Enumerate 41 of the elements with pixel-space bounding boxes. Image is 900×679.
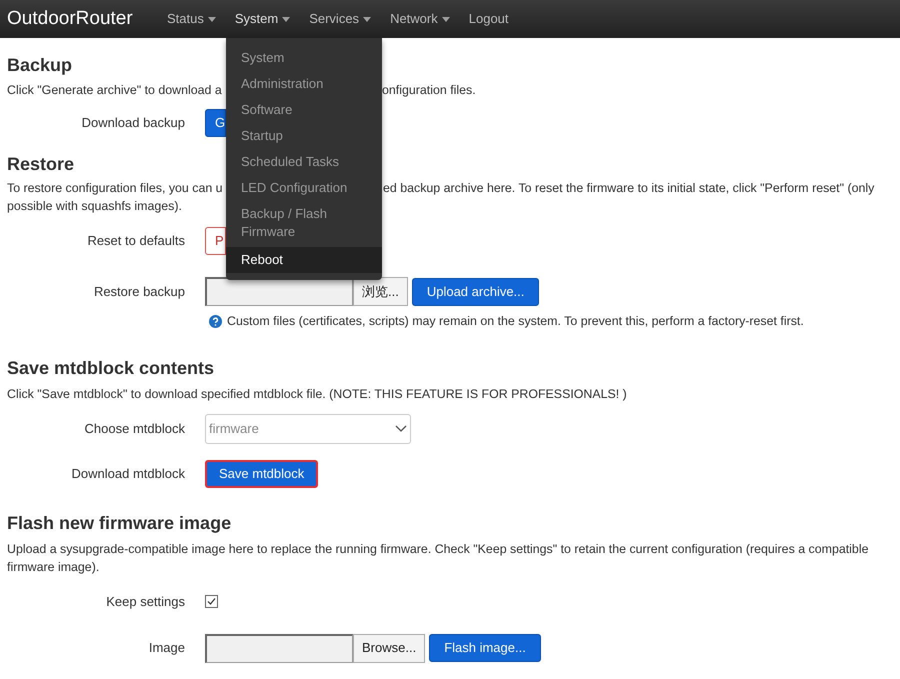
field-label: Keep settings [105, 593, 186, 612]
nav-menu-item[interactable]: Logout [462, 9, 516, 29]
nav-menu-item[interactable]: Network [383, 9, 457, 29]
field-label: Download backup [80, 114, 186, 132]
mtdblock-select[interactable]: firmware [205, 414, 411, 444]
section-heading: Save mtdblock contents [7, 356, 214, 380]
field-label: Image [148, 639, 186, 658]
section-heading: Restore [7, 152, 74, 175]
dropdown-item[interactable]: Backup / Flash Firmware [226, 201, 382, 245]
dropdown-item[interactable]: Reboot [226, 247, 382, 273]
upload-button[interactable]: Upload archive... [412, 278, 540, 306]
description-text: ed backup archive here. To reset the firmware to its initial state, click "Perform reset" (only [383, 180, 874, 197]
section-heading: Flash new firmware image [7, 512, 232, 534]
dropdown-item[interactable]: Software [226, 97, 382, 123]
field-label: Reset to defaults [86, 232, 186, 250]
browse-button[interactable]: 浏览... [353, 277, 408, 306]
description-text: To restore configuration files, you can u [7, 181, 223, 195]
description-text: Click "Save mtdblock" to download specified mtdblock file. (NOTE: THIS FEATURE IS FOR PROFESSIONALS! ) [7, 386, 627, 404]
action-button[interactable]: P [205, 227, 226, 255]
dropdown-item[interactable]: System [226, 45, 382, 71]
action-button[interactable]: G [205, 108, 226, 136]
field-label: Choose mtdblock [84, 420, 186, 438]
field-label: Restore backup [92, 282, 186, 301]
dropdown-item[interactable]: Administration [226, 71, 382, 97]
dropdown-item[interactable]: Scheduled Tasks [226, 149, 382, 175]
nav-menu-item[interactable]: Status [160, 9, 223, 29]
nav-menu-item[interactable]: System [228, 9, 298, 29]
dropdown-item[interactable]: LED Configuration [226, 175, 382, 201]
description-text: Custom files (certificates, scripts) may remain on the system. To prevent this, perform a factory-reset first. [227, 313, 804, 330]
upload-button[interactable]: Flash image... [429, 634, 541, 662]
action-button[interactable]: Save mtdblock [205, 460, 318, 488]
description-text: possible with squashfs images). [7, 198, 182, 215]
description-text: Upload a sysupgrade-compatible image here to replace the running firmware. Check "Keep settings" to retain the current configuration (requires a compatible firmware image). [7, 541, 870, 576]
nav-menu-item[interactable]: Services [302, 9, 378, 29]
brand-title[interactable]: OutdoorRouter [0, 4, 160, 34]
browse-button[interactable]: Browse... [353, 634, 426, 663]
field-label: Download mtdblock [70, 464, 186, 483]
dropdown-item[interactable]: Startup [226, 123, 382, 149]
description-text: onfiguration files. [382, 82, 476, 98]
section-heading: Backup [7, 54, 72, 76]
description-text: Click "Generate archive" to download a [7, 82, 222, 96]
